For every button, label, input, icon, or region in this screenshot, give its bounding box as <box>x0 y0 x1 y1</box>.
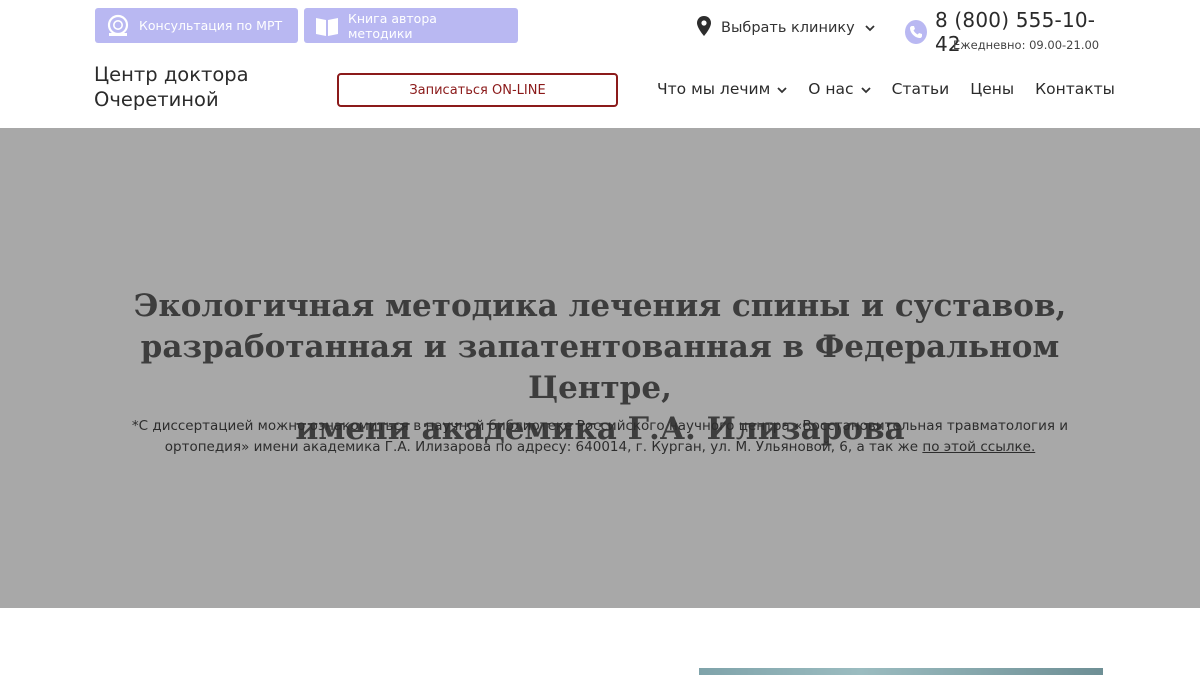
hero-title-line-1: Экологичная методика лечения спины и сус… <box>133 288 1067 324</box>
site-logo[interactable]: Центр доктора Очеретиной <box>94 62 249 112</box>
clinic-select[interactable]: Выбрать клинику <box>697 14 875 42</box>
mri-consultation-label: Консультация по МРТ <box>139 18 283 33</box>
nav-item-contacts[interactable]: Контакты <box>1035 80 1115 98</box>
mri-consultation-button[interactable]: Консультация по МРТ <box>95 8 298 43</box>
content-image <box>699 668 1103 675</box>
site-header: Консультация по МРТ Книга автора методик… <box>0 0 1200 128</box>
logo-line-1: Центр доктора <box>94 63 249 86</box>
location-pin-icon <box>697 16 711 40</box>
chevron-down-icon <box>865 20 875 36</box>
nav-item-label: Цены <box>970 80 1015 98</box>
mri-scanner-icon <box>105 13 131 39</box>
author-book-button[interactable]: Книга автора методики <box>304 8 518 43</box>
nav-item-about[interactable]: О нас <box>808 80 871 98</box>
nav-item-label: О нас <box>808 80 854 98</box>
phone-icon <box>905 20 927 44</box>
chevron-down-icon <box>777 80 787 98</box>
author-book-label: Книга автора методики <box>348 10 437 41</box>
nav-item-prices[interactable]: Цены <box>970 80 1014 98</box>
phone-block: 8 (800) 555-10-42 Ежедневно: 09.00-21.00 <box>905 8 1105 56</box>
nav-item-articles[interactable]: Статьи <box>892 80 950 98</box>
hero-banner: Экологичная методика лечения спины и сус… <box>0 128 1200 608</box>
clinic-select-label: Выбрать клинику <box>721 20 855 36</box>
main-nav: Что мы лечим О нас Статьи Цены Контакты <box>657 78 1115 100</box>
hero-footnote: *С диссертацией можно ознакомиться в нау… <box>110 416 1090 458</box>
nav-item-label: Статьи <box>891 80 950 98</box>
nav-item-label: Контакты <box>1035 80 1115 98</box>
working-hours: Ежедневно: 09.00-21.00 <box>953 38 1100 52</box>
hero-title-line-2: разработанная и запатентованная в Федера… <box>140 329 1060 406</box>
book-online-button[interactable]: Записаться ON-LINE <box>337 73 618 107</box>
dissertation-link[interactable]: по этой ссылке. <box>922 439 1035 455</box>
chevron-down-icon <box>860 80 871 98</box>
nav-item-treatments[interactable]: Что мы лечим <box>657 80 787 98</box>
logo-line-2: Очеретиной <box>94 88 219 111</box>
nav-item-label: Что мы лечим <box>657 80 771 98</box>
open-book-icon <box>314 13 340 39</box>
